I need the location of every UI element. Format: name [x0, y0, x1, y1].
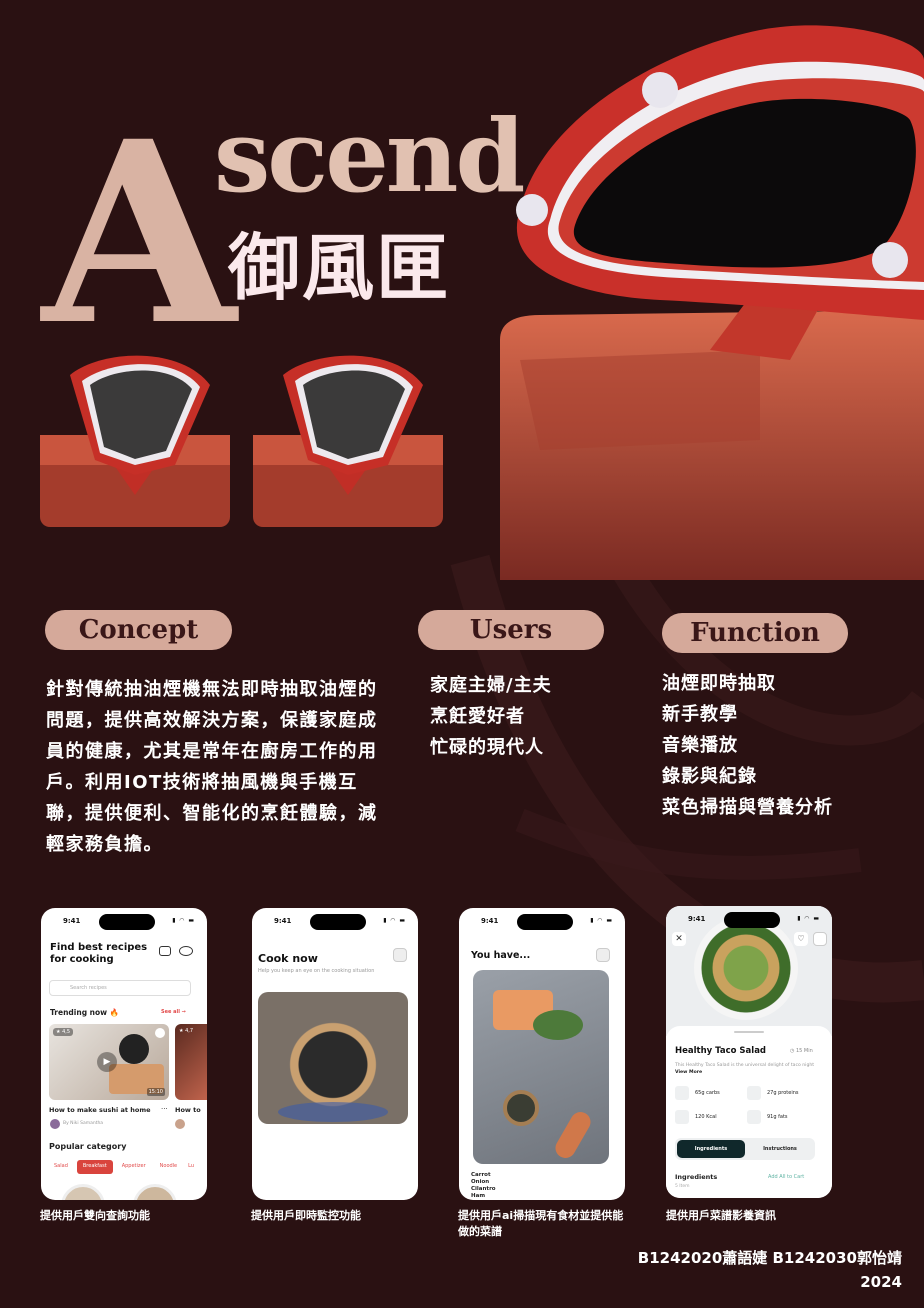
proteins-value: 27g proteins — [767, 1090, 799, 1096]
users-item: 家庭主婦/主夫 — [430, 675, 552, 696]
concept-label: Concept — [45, 610, 232, 650]
favorite-icon[interactable]: ♡ — [794, 932, 808, 946]
view-more-link[interactable]: View More — [675, 1070, 702, 1075]
ingredient-count: 5 Item — [675, 1184, 690, 1189]
credits: B1242020蕭語婕 B1242030郭怡靖 2024 — [638, 1246, 902, 1294]
phone-cook-monitor: 9:41 ▮ ◠ ▬ Cook now Help you keep an eye… — [252, 908, 418, 1200]
see-all-link[interactable]: See all → — [161, 1009, 186, 1015]
ingredient-item: Onion — [471, 1179, 490, 1185]
carbs-value: 65g carbs — [695, 1090, 720, 1096]
hero-product-image — [500, 25, 924, 580]
ingredient-item: Cilantro — [471, 1186, 496, 1192]
function-label: Function — [662, 613, 848, 653]
signal-icon: ▮ ◠ ▬ — [172, 917, 195, 924]
avatar — [50, 1119, 60, 1129]
ingredient-item: Carrot — [471, 1172, 491, 1178]
recipe-card-title[interactable]: How to make sushi at home — [49, 1106, 151, 1114]
caption-nutrition: 提供用戶菜譜影養資訊 — [666, 1209, 776, 1222]
close-icon[interactable]: ✕ — [672, 932, 686, 946]
ingredient-list: Carrot Onion Cilantro Ham — [471, 1172, 496, 1200]
ingredients-photo — [473, 970, 609, 1164]
home-icon[interactable] — [596, 948, 610, 962]
kcal-value: 120 Kcal — [695, 1114, 717, 1120]
more-icon[interactable]: ··· — [161, 1105, 168, 1113]
title-chinese: 御風匣 — [228, 226, 451, 310]
status-bar: 9:41 ▮ ◠ ▬ — [41, 914, 207, 930]
function-item: 音樂播放 — [662, 735, 738, 756]
users-list: 家庭主婦/主夫 烹飪愛好者 忙碌的現代人 — [430, 670, 630, 763]
signal-icon: ▮ ◠ ▬ — [797, 915, 820, 922]
status-bar: 9:41 ▮ ◠ ▬ — [666, 912, 832, 928]
signal-icon: ▮ ◠ ▬ — [590, 917, 613, 924]
users-label: Users — [418, 610, 604, 650]
recipe-card-image[interactable]: ▶ ★ 4,5 15:10 — [49, 1024, 169, 1100]
tab-ingredients[interactable]: Ingredients — [677, 1140, 745, 1158]
home-icon[interactable] — [393, 948, 407, 962]
category-noodle[interactable]: Noodle — [155, 1160, 183, 1174]
trending-label: Trending now 🔥 — [50, 1008, 120, 1017]
year: 2024 — [860, 1273, 902, 1291]
add-all-to-cart-link[interactable]: Add All to Cart — [768, 1174, 804, 1180]
popular-category-label: Popular category — [49, 1142, 127, 1151]
home-icon[interactable] — [813, 932, 827, 946]
recipe-author: By Niki Samantha — [63, 1121, 104, 1126]
function-item: 錄影與紀錄 — [662, 766, 757, 787]
play-icon[interactable]: ▶ — [97, 1052, 117, 1072]
recipe-description: This Healthy Taco Salad is the universal… — [675, 1063, 815, 1075]
recipe-card-image-2[interactable]: ★ 4,7 — [175, 1024, 207, 1100]
phone3-title: You have... — [471, 950, 531, 961]
concept-text: 針對傳統抽油煙機無法即時抽取油煙的問題，提供高效解決方案，保護家庭成員的健康，尤… — [46, 679, 378, 855]
function-item: 油煙即時抽取 — [662, 673, 776, 694]
caption-cook-monitor: 提供用戶即時監控功能 — [251, 1209, 361, 1222]
recipe-title: Healthy Taco Salad — [675, 1046, 767, 1056]
product-render-left — [40, 355, 230, 527]
camera-icon[interactable] — [159, 946, 171, 956]
phone1-title: Find best recipes for cooking — [50, 942, 148, 965]
avatar-2 — [175, 1119, 185, 1129]
phone-recipe-search: 9:41 ▮ ◠ ▬ Find best recipes for cooking… — [41, 908, 207, 1200]
category-tabs: Salad Breakfast Appetizer Noodle Lu — [49, 1160, 207, 1174]
users-item: 忙碌的現代人 — [430, 737, 544, 758]
caption-ingredient-scan: 提供用戶ai掃描現有食材並提供能做的菜譜 — [458, 1209, 624, 1238]
phone-recipe-nutrition: 9:41 ▮ ◠ ▬ ✕ ♡ Healthy Taco Salad ◷ 15 M… — [666, 906, 832, 1198]
ingredient-item: Ham — [471, 1193, 486, 1199]
function-item: 新手教學 — [662, 704, 738, 725]
bookmark-icon[interactable] — [155, 1028, 165, 1038]
caption-recipe-search: 提供用戶雙向查詢功能 — [40, 1209, 150, 1222]
dish-image — [133, 1184, 177, 1200]
dish-image — [61, 1184, 105, 1200]
status-bar: 9:41 ▮ ◠ ▬ — [459, 914, 625, 930]
cook-time: ◷ 15 Min — [790, 1048, 813, 1054]
tab-bar: Ingredients Instructions — [675, 1138, 815, 1160]
function-list: 油煙即時抽取 新手教學 音樂播放 錄影與紀錄 菜色掃描與營養分析 — [662, 668, 902, 823]
product-render-right — [253, 355, 443, 527]
author-names: B1242020蕭語婕 B1242030郭怡靖 — [637, 1249, 902, 1267]
category-lunch[interactable]: Lu — [186, 1160, 196, 1174]
title-letter-a: A — [42, 86, 236, 380]
tab-instructions[interactable]: Instructions — [747, 1140, 813, 1158]
nutrition-grid: 65g carbs 27g proteins 120 Kcal 91g fats — [675, 1086, 825, 1134]
eye-icon[interactable] — [179, 946, 193, 956]
category-breakfast[interactable]: Breakfast — [76, 1160, 113, 1174]
function-item: 菜色掃描與營養分析 — [662, 797, 833, 818]
cooking-camera-view — [258, 992, 408, 1124]
fats-value: 91g fats — [767, 1114, 788, 1120]
signal-icon: ▮ ◠ ▬ — [383, 917, 406, 924]
category-appetizer[interactable]: Appetizer — [117, 1160, 151, 1174]
phone2-subtitle: Help you keep an eye on the cooking situ… — [258, 968, 375, 974]
status-bar: 9:41 ▮ ◠ ▬ — [252, 914, 418, 930]
category-salad[interactable]: Salad — [49, 1160, 73, 1174]
users-item: 烹飪愛好者 — [430, 706, 525, 727]
phone2-title: Cook now — [258, 952, 318, 965]
search-input[interactable]: Search recipes — [49, 980, 191, 996]
phone-ingredient-scan: 9:41 ▮ ◠ ▬ You have... Carrot Onion Cila… — [459, 908, 625, 1200]
recipe-card-title-2[interactable]: How to — [175, 1106, 201, 1114]
ingredients-heading: Ingredients — [675, 1173, 718, 1181]
